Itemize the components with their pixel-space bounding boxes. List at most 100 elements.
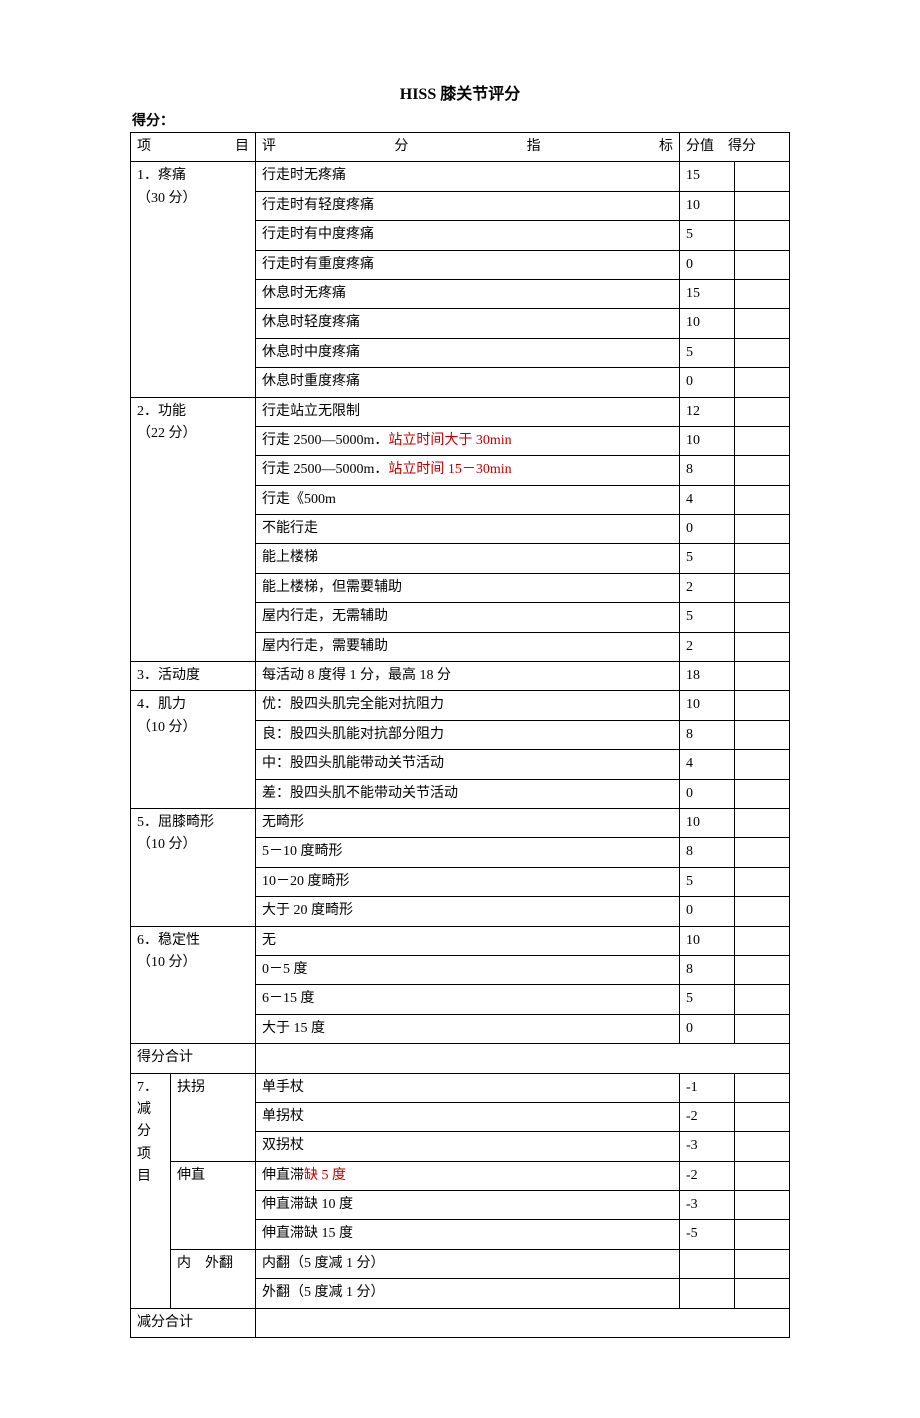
value-cell	[680, 1279, 735, 1308]
criteria-cell: 能上楼梯	[256, 544, 680, 573]
score-cell	[735, 1102, 790, 1131]
criteria-cell: 单手杖	[256, 1073, 680, 1102]
criteria-cell: 行走站立无限制	[256, 397, 680, 426]
criteria-cell: 大于 15 度	[256, 1014, 680, 1043]
value-cell: 0	[680, 250, 735, 279]
value-cell: 15	[680, 279, 735, 308]
value-cell: -2	[680, 1102, 735, 1131]
criteria-cell: 差：股四头肌不能带动关节活动	[256, 779, 680, 808]
criteria-cell: 中：股四头肌能带动关节活动	[256, 750, 680, 779]
score-label: 得分：	[130, 110, 790, 130]
value-cell: 12	[680, 397, 735, 426]
value-cell: 0	[680, 1014, 735, 1043]
score-cell	[735, 485, 790, 514]
score-table: 项 目评 分 指 标分值 得分1．疼痛（30 分）行走时无疼痛15行走时有轻度疼…	[130, 132, 790, 1338]
deduction-subcategory: 内 外翻	[171, 1249, 256, 1308]
table-row: 2．功能（22 分）行走站立无限制12	[131, 397, 790, 426]
score-cell	[735, 867, 790, 896]
criteria-cell: 行走时有轻度疼痛	[256, 191, 680, 220]
value-cell: -5	[680, 1220, 735, 1249]
subtotal-label: 减分合计	[131, 1308, 256, 1337]
value-cell: 0	[680, 779, 735, 808]
score-cell	[735, 426, 790, 455]
score-cell	[735, 221, 790, 250]
score-cell	[735, 1220, 790, 1249]
score-cell	[735, 309, 790, 338]
value-cell: 4	[680, 485, 735, 514]
value-cell: -3	[680, 1132, 735, 1161]
header-value-score: 分值 得分	[680, 133, 790, 162]
subtotal-deduction-row: 减分合计	[131, 1308, 790, 1337]
value-cell	[680, 1249, 735, 1278]
criteria-cell: 伸直滞缺 10 度	[256, 1191, 680, 1220]
value-cell: 10	[680, 926, 735, 955]
table-row: 1．疼痛（30 分）行走时无疼痛15	[131, 162, 790, 191]
category-cell: 1．疼痛（30 分）	[131, 162, 256, 397]
category-cell: 3．活动度	[131, 662, 256, 691]
criteria-cell: 行走时有中度疼痛	[256, 221, 680, 250]
deduction-subcategory: 伸直	[171, 1161, 256, 1249]
score-cell	[735, 573, 790, 602]
value-cell: 8	[680, 720, 735, 749]
score-cell	[735, 603, 790, 632]
criteria-cell: 内翻（5 度减 1 分）	[256, 1249, 680, 1278]
criteria-cell: 每活动 8 度得 1 分，最高 18 分	[256, 662, 680, 691]
criteria-cell: 双拐杖	[256, 1132, 680, 1161]
score-cell	[735, 779, 790, 808]
header-row: 项 目评 分 指 标分值 得分	[131, 133, 790, 162]
value-cell: 10	[680, 309, 735, 338]
score-cell	[735, 544, 790, 573]
value-cell: 8	[680, 456, 735, 485]
page-title: HISS 膝关节评分	[130, 80, 790, 104]
subtotal-value	[256, 1044, 790, 1073]
table-row: 6．稳定性（10 分）无10	[131, 926, 790, 955]
criteria-cell: 良：股四头肌能对抗部分阻力	[256, 720, 680, 749]
criteria-cell: 伸直滞缺 5 度	[256, 1161, 680, 1190]
score-cell	[735, 338, 790, 367]
score-cell	[735, 750, 790, 779]
criteria-cell: 伸直滞缺 15 度	[256, 1220, 680, 1249]
score-cell	[735, 1014, 790, 1043]
value-cell: 5	[680, 603, 735, 632]
criteria-cell: 休息时中度疼痛	[256, 338, 680, 367]
category-cell: 2．功能（22 分）	[131, 397, 256, 662]
score-cell	[735, 838, 790, 867]
score-cell	[735, 250, 790, 279]
score-cell	[735, 926, 790, 955]
value-cell: 5	[680, 221, 735, 250]
criteria-cell: 5－10 度畸形	[256, 838, 680, 867]
score-cell	[735, 720, 790, 749]
criteria-cell: 行走《500m	[256, 485, 680, 514]
criteria-cell: 行走 2500—5000m．站立时间 15－30min	[256, 456, 680, 485]
deduction-header-cell: 7．减分项目	[131, 1073, 171, 1308]
score-cell	[735, 515, 790, 544]
score-cell	[735, 955, 790, 984]
criteria-cell: 单拐杖	[256, 1102, 680, 1131]
header-item: 项 目	[131, 133, 256, 162]
criteria-cell: 无畸形	[256, 808, 680, 837]
table-row: 内 外翻内翻（5 度减 1 分）	[131, 1249, 790, 1278]
score-cell	[735, 456, 790, 485]
value-cell: 2	[680, 632, 735, 661]
value-cell: 5	[680, 544, 735, 573]
category-cell: 5．屈膝畸形（10 分）	[131, 808, 256, 926]
value-cell: 0	[680, 515, 735, 544]
criteria-cell: 行走 2500—5000m．站立时间大于 30min	[256, 426, 680, 455]
value-cell: 0	[680, 897, 735, 926]
score-cell	[735, 897, 790, 926]
value-cell: -1	[680, 1073, 735, 1102]
score-cell	[735, 691, 790, 720]
value-cell: 10	[680, 808, 735, 837]
criteria-cell: 行走时有重度疼痛	[256, 250, 680, 279]
value-cell: 5	[680, 985, 735, 1014]
criteria-cell: 行走时无疼痛	[256, 162, 680, 191]
score-cell	[735, 808, 790, 837]
value-cell: 2	[680, 573, 735, 602]
criteria-cell: 屋内行走，无需辅助	[256, 603, 680, 632]
score-cell	[735, 1279, 790, 1308]
value-cell: 8	[680, 838, 735, 867]
criteria-cell: 6－15 度	[256, 985, 680, 1014]
criteria-cell: 能上楼梯，但需要辅助	[256, 573, 680, 602]
criteria-cell: 不能行走	[256, 515, 680, 544]
value-cell: 5	[680, 867, 735, 896]
